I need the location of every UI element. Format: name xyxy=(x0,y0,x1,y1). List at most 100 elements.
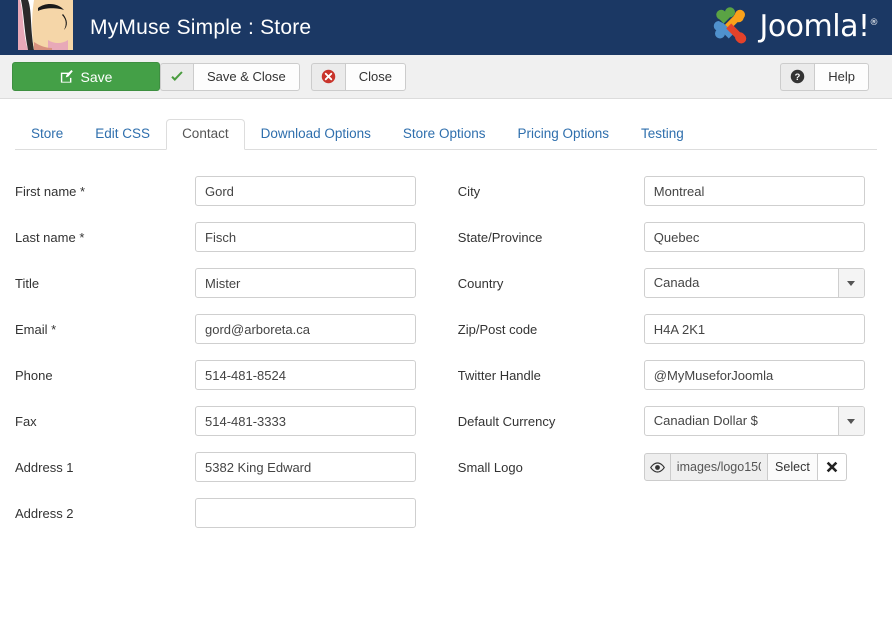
field-address-1: Address 1 xyxy=(15,444,446,490)
tab-edit-css[interactable]: Edit CSS xyxy=(79,119,166,150)
country-select-caret[interactable] xyxy=(838,269,864,297)
tab-pricing-options[interactable]: Pricing Options xyxy=(501,119,625,150)
check-icon xyxy=(170,70,184,84)
country-select[interactable]: Canada xyxy=(644,268,865,298)
pencil-square-icon xyxy=(60,70,74,84)
save-close-icon-box[interactable] xyxy=(160,63,193,91)
country-select-value: Canada xyxy=(645,269,838,297)
field-phone-label: Phone xyxy=(15,368,195,383)
small-logo-path-input[interactable] xyxy=(671,453,768,481)
field-country-control: Canada xyxy=(644,268,877,298)
field-small-logo-control: Select xyxy=(644,453,877,481)
save-close-button[interactable]: Save & Close xyxy=(160,63,300,91)
joomla-wordmark: Joomla!® xyxy=(759,9,878,44)
small-logo-clear-button[interactable] xyxy=(818,453,847,481)
eye-icon xyxy=(650,462,665,473)
app-header: MyMuse Simple : Store Joomla!® xyxy=(0,0,892,55)
field-twitter-handle: Twitter Handle xyxy=(458,352,877,398)
field-email: Email * xyxy=(15,306,446,352)
small-logo-preview-button[interactable] xyxy=(644,453,671,481)
field-phone: Phone xyxy=(15,352,446,398)
tab-store[interactable]: Store xyxy=(15,119,79,150)
field-city: City xyxy=(458,168,877,214)
tab-bar-wrapper: Store Edit CSS Contact Download Options … xyxy=(0,99,892,150)
field-address-1-label: Address 1 xyxy=(15,460,195,475)
last-name-input[interactable] xyxy=(195,222,416,252)
field-address-2-label: Address 2 xyxy=(15,506,195,521)
field-address-2-control xyxy=(195,498,446,528)
field-country: Country Canada xyxy=(458,260,877,306)
field-small-logo: Small Logo Select xyxy=(458,444,877,490)
default-currency-select-value: Canadian Dollar $ xyxy=(645,407,838,435)
user-avatar-image xyxy=(18,0,73,50)
form-column-right: City State/Province Country Canada xyxy=(446,168,877,536)
field-zip-post-code-control xyxy=(644,314,877,344)
field-title-label: Title xyxy=(15,276,195,291)
registered-mark: ® xyxy=(870,18,879,28)
field-phone-control xyxy=(195,360,446,390)
chevron-down-icon xyxy=(847,419,855,424)
field-state-province: State/Province xyxy=(458,214,877,260)
field-last-name-control xyxy=(195,222,446,252)
city-input[interactable] xyxy=(644,176,865,206)
field-twitter-handle-label: Twitter Handle xyxy=(458,368,644,383)
tab-download-options[interactable]: Download Options xyxy=(245,119,387,150)
save-button-label: Save xyxy=(81,69,113,85)
joomla-logo: Joomla!® xyxy=(710,6,878,46)
first-name-input[interactable] xyxy=(195,176,416,206)
field-state-province-label: State/Province xyxy=(458,230,644,245)
field-country-label: Country xyxy=(458,276,644,291)
small-logo-select-button[interactable]: Select xyxy=(768,453,818,481)
field-address-2: Address 2 xyxy=(15,490,446,536)
tab-store-options[interactable]: Store Options xyxy=(387,119,502,150)
avatar xyxy=(18,0,73,50)
field-last-name-label: Last name * xyxy=(15,230,195,245)
fax-input[interactable] xyxy=(195,406,416,436)
tab-bar: Store Edit CSS Contact Download Options … xyxy=(15,120,877,150)
field-title: Title xyxy=(15,260,446,306)
field-small-logo-label: Small Logo xyxy=(458,460,644,475)
state-province-input[interactable] xyxy=(644,222,865,252)
field-fax-label: Fax xyxy=(15,414,195,429)
field-title-control xyxy=(195,268,446,298)
field-twitter-handle-control xyxy=(644,360,877,390)
field-default-currency-label: Default Currency xyxy=(458,414,644,429)
page-title: MyMuse Simple : Store xyxy=(90,16,311,40)
email-input[interactable] xyxy=(195,314,416,344)
svg-text:?: ? xyxy=(795,72,801,82)
help-label[interactable]: Help xyxy=(814,63,869,91)
address-1-input[interactable] xyxy=(195,452,416,482)
address-2-input[interactable] xyxy=(195,498,416,528)
help-button[interactable]: ? Help xyxy=(780,63,869,91)
joomla-pinwheel-icon xyxy=(710,6,750,46)
joomla-wordmark-text: Joomla! xyxy=(759,9,869,44)
field-default-currency: Default Currency Canadian Dollar $ xyxy=(458,398,877,444)
small-logo-media-field: Select xyxy=(644,453,847,481)
default-currency-select[interactable]: Canadian Dollar $ xyxy=(644,406,865,436)
tab-contact[interactable]: Contact xyxy=(166,119,245,150)
save-button[interactable]: Save xyxy=(12,62,160,91)
field-zip-post-code-label: Zip/Post code xyxy=(458,322,644,337)
close-button[interactable]: Close xyxy=(311,63,406,91)
close-icon-box[interactable] xyxy=(311,63,345,91)
field-first-name: First name * xyxy=(15,168,446,214)
tab-testing[interactable]: Testing xyxy=(625,119,700,150)
form-column-left: First name * Last name * Title Email * P xyxy=(15,168,446,536)
help-icon-box[interactable]: ? xyxy=(780,63,814,91)
default-currency-select-caret[interactable] xyxy=(838,407,864,435)
field-city-control xyxy=(644,176,877,206)
twitter-handle-input[interactable] xyxy=(644,360,865,390)
field-first-name-control xyxy=(195,176,446,206)
title-input[interactable] xyxy=(195,268,416,298)
toolbar: Save Save & Close Close ? Help xyxy=(0,55,892,99)
field-fax-control xyxy=(195,406,446,436)
x-circle-icon xyxy=(321,69,336,84)
field-zip-post-code: Zip/Post code xyxy=(458,306,877,352)
phone-input[interactable] xyxy=(195,360,416,390)
close-label[interactable]: Close xyxy=(345,63,406,91)
x-mark-icon xyxy=(825,460,839,474)
zip-post-code-input[interactable] xyxy=(644,314,865,344)
field-email-label: Email * xyxy=(15,322,195,337)
save-close-label[interactable]: Save & Close xyxy=(193,63,300,91)
field-city-label: City xyxy=(458,184,644,199)
